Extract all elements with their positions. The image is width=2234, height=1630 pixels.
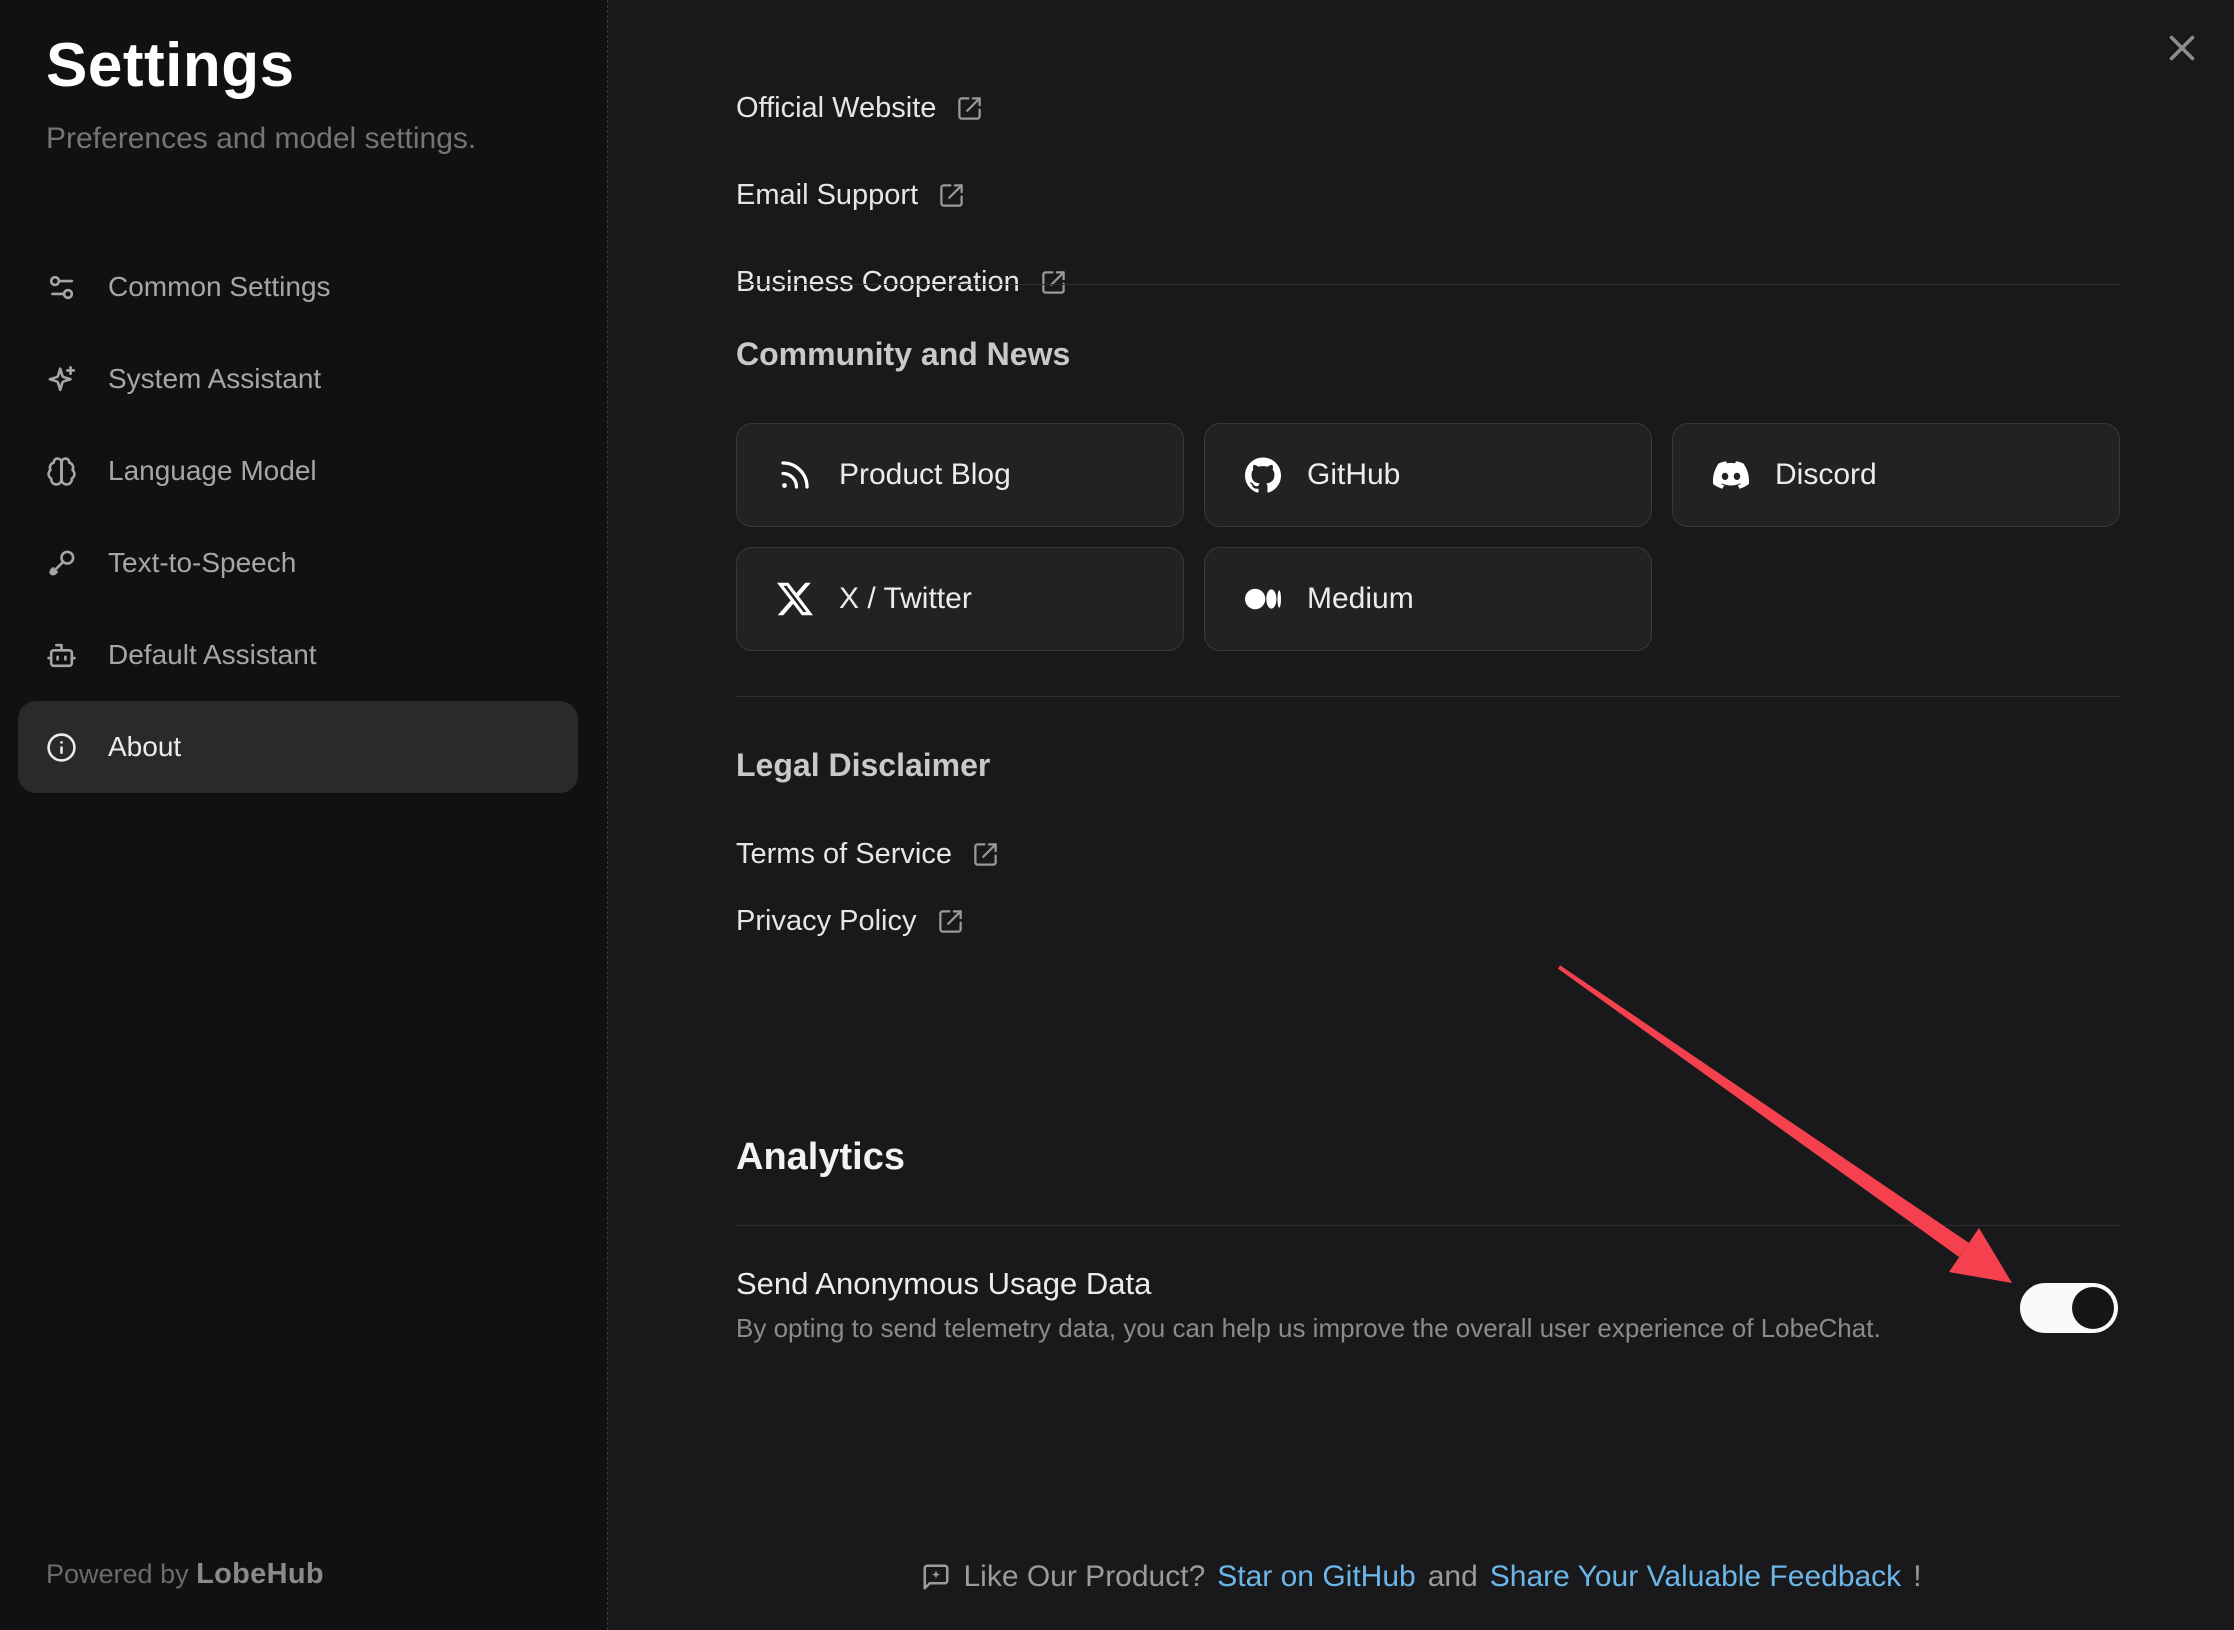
star-on-github-link[interactable]: Star on GitHub [1217, 1560, 1415, 1594]
sidebar-item-label: Text-to-Speech [108, 547, 296, 579]
footer-suffix: ! [1913, 1560, 1921, 1594]
section-divider [736, 1225, 2120, 1226]
link-privacy-policy[interactable]: Privacy Policy [736, 905, 964, 938]
footer-prefix: Like Our Product? [963, 1560, 1205, 1594]
sparkles-icon [46, 364, 77, 395]
community-heading: Community and News [736, 336, 1070, 373]
sidebar-item-label: Common Settings [108, 271, 331, 303]
main-footer: Like Our Product? Star on GitHub and Sha… [609, 1560, 2234, 1594]
link-label: Official Website [736, 92, 936, 125]
link-label: Email Support [736, 179, 918, 212]
button-label: X / Twitter [839, 582, 972, 616]
discord-button[interactable]: Discord [1672, 423, 2120, 527]
footer-middle: and [1428, 1560, 1478, 1594]
github-icon [1245, 457, 1281, 493]
analytics-heading: Analytics [736, 1136, 905, 1179]
powered-by: Powered by LobeHub [46, 1558, 324, 1591]
link-email-support[interactable]: Email Support [736, 179, 965, 212]
info-icon [46, 732, 77, 763]
sidebar-item-label: About [108, 731, 181, 763]
button-label: Medium [1307, 582, 1414, 616]
external-link-icon [956, 95, 983, 122]
section-divider [736, 696, 2120, 697]
community-buttons: Product Blog GitHub Discord X / Twitter [736, 423, 2120, 651]
button-label: GitHub [1307, 458, 1400, 492]
contact-heading: Contact Us [736, 0, 905, 3]
sidebar-item-default-assistant[interactable]: Default Assistant [18, 609, 578, 701]
powered-by-text: Powered by [46, 1559, 189, 1589]
sidebar-item-about[interactable]: About [18, 701, 578, 793]
external-link-icon [1040, 269, 1067, 296]
button-label: Discord [1775, 458, 1877, 492]
settings-modal: Settings Preferences and model settings.… [0, 0, 2234, 1630]
external-link-icon [937, 908, 964, 935]
sidebar-item-system-assistant[interactable]: System Assistant [18, 333, 578, 425]
sidebar-item-language-model[interactable]: Language Model [18, 425, 578, 517]
section-divider [736, 284, 2120, 285]
link-business-cooperation[interactable]: Business Cooperation [736, 266, 1067, 299]
close-button[interactable] [2156, 22, 2208, 74]
page-title: Settings [46, 30, 295, 101]
sidebar-item-common-settings[interactable]: Common Settings [18, 241, 578, 333]
usage-data-label: Send Anonymous Usage Data [736, 1266, 1151, 1302]
external-link-icon [938, 182, 965, 209]
sidebar-item-label: Language Model [108, 455, 317, 487]
sidebar-item-label: System Assistant [108, 363, 321, 395]
product-blog-button[interactable]: Product Blog [736, 423, 1184, 527]
share-feedback-link[interactable]: Share Your Valuable Feedback [1490, 1560, 1901, 1594]
mic-icon [46, 548, 77, 579]
page-subtitle: Preferences and model settings. [46, 122, 476, 156]
discord-icon [1713, 457, 1749, 493]
link-official-website[interactable]: Official Website [736, 92, 983, 125]
settings-sidebar: Settings Preferences and model settings.… [0, 0, 608, 1630]
rss-icon [777, 457, 813, 493]
x-twitter-button[interactable]: X / Twitter [736, 547, 1184, 651]
sidebar-nav: Common Settings System Assistant Languag… [18, 241, 578, 793]
link-label: Terms of Service [736, 838, 952, 871]
bot-icon [46, 640, 77, 671]
link-terms-of-service[interactable]: Terms of Service [736, 838, 999, 871]
settings-content: Contact Us Official Website Email Suppor… [609, 0, 2234, 1630]
lobehub-brand: LobeHub [196, 1558, 324, 1590]
external-link-icon [972, 841, 999, 868]
x-icon [777, 581, 813, 617]
feedback-bubble-icon [921, 1562, 951, 1592]
toggle-knob [2072, 1287, 2114, 1329]
medium-button[interactable]: Medium [1204, 547, 1652, 651]
sidebar-item-text-to-speech[interactable]: Text-to-Speech [18, 517, 578, 609]
usage-data-description: By opting to send telemetry data, you ca… [736, 1313, 1881, 1344]
legal-heading: Legal Disclaimer [736, 747, 990, 784]
sidebar-item-label: Default Assistant [108, 639, 317, 671]
link-label: Privacy Policy [736, 905, 917, 938]
medium-icon [1245, 581, 1281, 617]
settings-icon [46, 272, 77, 303]
button-label: Product Blog [839, 458, 1011, 492]
brain-icon [46, 456, 77, 487]
link-label: Business Cooperation [736, 266, 1020, 299]
usage-data-toggle[interactable] [2020, 1283, 2118, 1333]
github-button[interactable]: GitHub [1204, 423, 1652, 527]
